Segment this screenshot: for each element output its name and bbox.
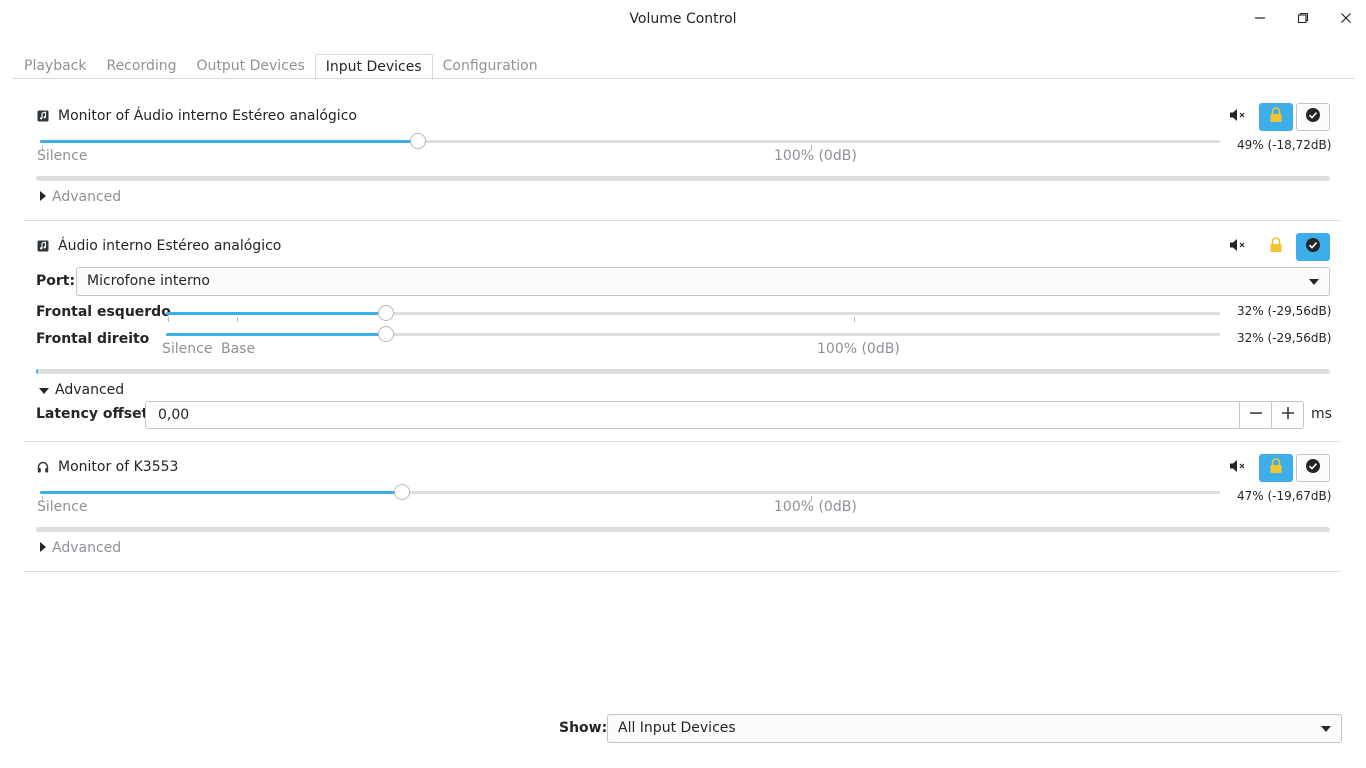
increment-button[interactable] (1271, 402, 1303, 428)
triangle-down-icon (39, 382, 49, 398)
speaker-muted-icon (1229, 108, 1247, 126)
channel-slider-handle[interactable] (378, 326, 394, 342)
channel-name: Frontal direito (36, 331, 150, 347)
tab-input-devices[interactable]: Input Devices (314, 54, 433, 80)
latency-offset-value: 0,00 (158, 407, 190, 423)
close-icon (1340, 12, 1352, 28)
tick-base (237, 317, 238, 322)
volume-readout: 32% (-29,56dB) (1237, 331, 1332, 345)
port-value: Microfone interno (87, 273, 210, 289)
channel-slider-handle[interactable] (378, 305, 394, 321)
device-separator (24, 441, 1341, 442)
chevron-down-icon (1321, 726, 1331, 732)
latency-unit: ms (1311, 406, 1332, 422)
lock-icon (1269, 458, 1283, 478)
advanced-expander[interactable]: Advanced (40, 540, 121, 556)
tab-playback[interactable]: Playback (14, 54, 96, 79)
tick-silence (168, 317, 169, 322)
advanced-label: Advanced (52, 540, 122, 556)
level-meter (36, 369, 1330, 374)
show-filter-select[interactable]: All Input Devices (607, 714, 1342, 743)
device-separator (24, 220, 1341, 221)
advanced-label: Advanced (52, 189, 122, 205)
volume-slider[interactable] (40, 133, 1220, 150)
set-default-button[interactable] (1296, 103, 1330, 131)
mute-button[interactable] (1228, 107, 1248, 127)
check-circle-icon (1305, 237, 1321, 257)
title-bar: Volume Control (0, 0, 1366, 40)
latency-offset-spinbox[interactable]: 0,00 (145, 401, 1304, 429)
decrement-button[interactable] (1239, 402, 1271, 428)
window-title: Volume Control (629, 11, 737, 27)
tab-recording[interactable]: Recording (96, 54, 186, 79)
device-name: Monitor of K3553 (58, 459, 179, 475)
minimize-icon (1254, 12, 1266, 28)
set-default-button[interactable] (1296, 454, 1330, 482)
volume-readout: 32% (-29,56dB) (1237, 304, 1332, 318)
chevron-down-icon (1309, 279, 1319, 285)
latency-offset-label: Latency offset: (36, 406, 154, 422)
show-filter-value: All Input Devices (618, 720, 736, 736)
headphones-icon (37, 461, 49, 473)
volume-readout: 47% (-19,67dB) (1237, 489, 1332, 503)
channel-slider-right[interactable] (166, 326, 1220, 342)
tab-bar: Playback Recording Output Devices Input … (14, 54, 548, 80)
tab-divider (12, 78, 1354, 79)
hundred-percent-label: 100% (0dB) (774, 148, 857, 164)
triangle-right-icon (40, 540, 46, 556)
set-default-button[interactable] (1296, 233, 1330, 261)
minimize-button[interactable] (1250, 10, 1270, 30)
minus-icon (1249, 406, 1263, 424)
channel-slider-left[interactable] (166, 305, 1220, 322)
level-meter (36, 527, 1330, 532)
mute-button[interactable] (1228, 237, 1248, 257)
volume-slider-handle[interactable] (394, 484, 410, 500)
lock-channels-button[interactable] (1259, 454, 1293, 482)
show-label: Show: (559, 720, 608, 736)
volume-readout: 49% (-18,72dB) (1237, 138, 1332, 152)
plus-icon (1281, 406, 1295, 424)
silence-label: Silence (162, 341, 213, 357)
triangle-right-icon (40, 189, 46, 205)
speaker-muted-icon (1229, 459, 1247, 477)
base-label: Base (221, 341, 256, 357)
lock-icon (1269, 237, 1283, 257)
hundred-percent-label: 100% (0dB) (817, 341, 900, 357)
device-separator (24, 571, 1341, 572)
close-button[interactable] (1336, 10, 1356, 30)
port-label: Port: (36, 273, 76, 289)
level-meter (36, 176, 1330, 181)
silence-label: Silence (37, 499, 88, 515)
restore-icon (1297, 12, 1309, 28)
advanced-expander[interactable]: Advanced (39, 382, 124, 398)
lock-channels-button[interactable] (1259, 103, 1293, 131)
advanced-label: Advanced (55, 382, 125, 398)
device-name: Áudio interno Estéreo analógico (58, 238, 282, 254)
audio-card-icon (37, 240, 49, 252)
check-circle-icon (1305, 458, 1321, 478)
advanced-expander[interactable]: Advanced (40, 189, 121, 205)
tab-configuration[interactable]: Configuration (433, 54, 548, 79)
check-circle-icon (1305, 107, 1321, 127)
hundred-percent-label: 100% (0dB) (774, 499, 857, 515)
mute-button[interactable] (1228, 458, 1248, 478)
lock-channels-button[interactable] (1259, 233, 1293, 261)
tick-100 (854, 317, 855, 322)
device-name: Monitor of Áudio interno Estéreo analógi… (58, 108, 357, 124)
port-select[interactable]: Microfone interno (76, 267, 1330, 296)
speaker-muted-icon (1229, 238, 1247, 256)
volume-slider-handle[interactable] (410, 133, 426, 149)
maximize-button[interactable] (1293, 10, 1313, 30)
silence-label: Silence (37, 148, 88, 164)
tab-output-devices[interactable]: Output Devices (187, 54, 315, 79)
audio-card-icon (37, 110, 49, 122)
channel-name: Frontal esquerdo (36, 304, 171, 320)
lock-icon (1269, 107, 1283, 127)
volume-slider[interactable] (40, 484, 1220, 501)
